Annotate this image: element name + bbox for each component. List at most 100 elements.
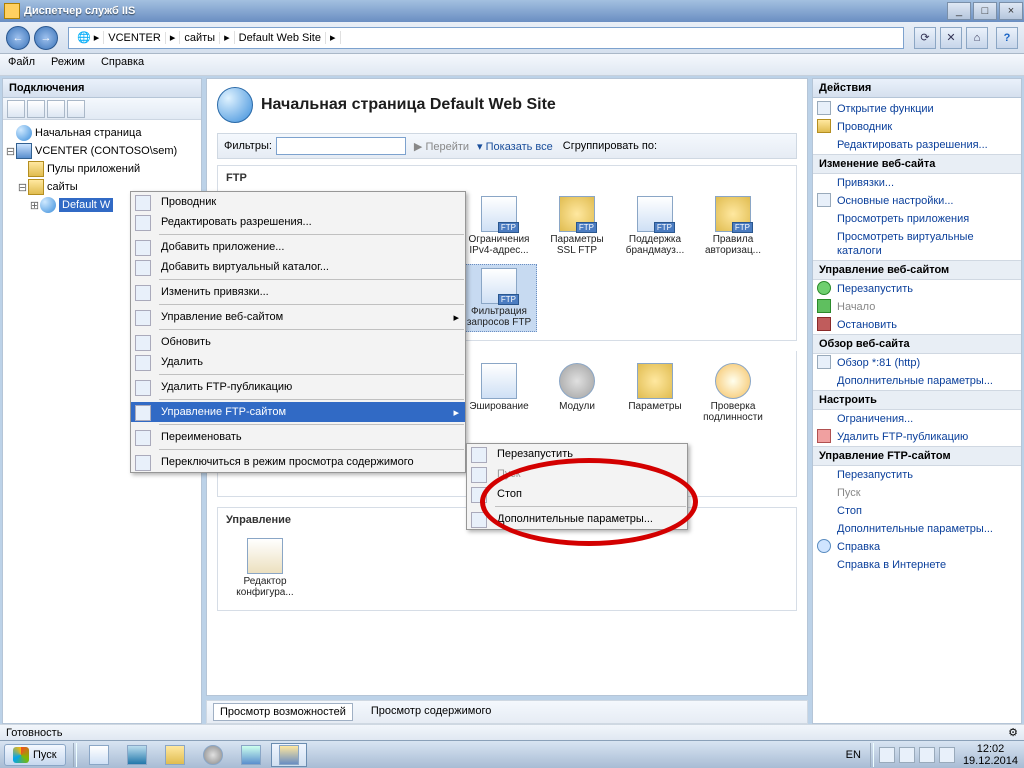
taskbar-item-iis[interactable]	[271, 743, 307, 767]
tool-icon[interactable]	[67, 100, 85, 118]
menu-item[interactable]: Редактировать разрешения...	[131, 212, 465, 232]
action-group-header: Настроить	[813, 390, 1021, 410]
back-button[interactable]: ←	[6, 26, 30, 50]
menu-file[interactable]: Файл	[8, 56, 35, 73]
go-button[interactable]: ▶ Перейти	[414, 140, 469, 153]
action-link[interactable]: Основные настройки...	[813, 192, 1021, 210]
menu-item[interactable]: Переименовать	[131, 427, 465, 447]
feature-ftp-auth[interactable]: Правила авторизац...	[695, 192, 771, 260]
menu-item[interactable]: Удалить	[131, 352, 465, 372]
action-link[interactable]: Перезапустить	[813, 280, 1021, 298]
forward-button[interactable]: →	[34, 26, 58, 50]
menu-item[interactable]: Изменить привязки...	[131, 282, 465, 302]
home-button[interactable]: ⌂	[966, 27, 988, 49]
feature-params[interactable]: Параметры	[617, 359, 693, 427]
action-link[interactable]: Стоп	[813, 502, 1021, 520]
menu-item[interactable]: Удалить FTP-публикацию	[131, 377, 465, 397]
action-link[interactable]: Проводник	[813, 118, 1021, 136]
tab-features[interactable]: Просмотр возможностей	[213, 703, 353, 721]
close-button[interactable]: ×	[999, 2, 1023, 20]
menu-help[interactable]: Справка	[101, 56, 144, 73]
navigation-bar: ← → 🌐 ▸ VCENTER▸ сайты▸ Default Web Site…	[0, 22, 1024, 54]
feature-config-editor[interactable]: Редактор конфигура...	[227, 534, 303, 602]
taskbar-item[interactable]	[81, 743, 117, 767]
group-header-ftp: FTP	[226, 172, 788, 184]
context-menu[interactable]: ПроводникРедактировать разрешения... Доба…	[130, 191, 466, 473]
action-link[interactable]: Дополнительные параметры...	[813, 520, 1021, 538]
showall-button[interactable]: ▾ Показать все	[477, 140, 553, 153]
status-icon: ⚙	[1008, 726, 1018, 739]
feature-ftp-filtering[interactable]: Фильтрация запросов FTP	[461, 264, 537, 332]
help-button[interactable]: ?	[996, 27, 1018, 49]
input-lang[interactable]: EN	[846, 749, 861, 761]
action-link[interactable]: Удалить FTP-публикацию	[813, 428, 1021, 446]
menu-item[interactable]: Перезапустить	[467, 444, 687, 464]
action-link[interactable]: Справка в Интернете	[813, 556, 1021, 574]
menu-item[interactable]: Управление веб-сайтом▸	[131, 307, 465, 327]
action-link[interactable]: Перезапустить	[813, 466, 1021, 484]
tool-icon[interactable]	[7, 100, 25, 118]
feature-auth-check[interactable]: Проверка подлинности	[695, 359, 771, 427]
status-text: Готовность	[6, 727, 62, 739]
taskbar-item[interactable]	[233, 743, 269, 767]
menu-item[interactable]: Обновить	[131, 332, 465, 352]
menu-item[interactable]: Управление FTP-сайтом▸	[131, 402, 465, 422]
context-submenu[interactable]: ПерезапуститьПускСтопДополнительные пара…	[466, 443, 688, 530]
taskbar: Пуск EN 12:02 19.12.2014	[0, 740, 1024, 768]
taskbar-item[interactable]	[157, 743, 193, 767]
menu-mode[interactable]: Режим	[51, 56, 85, 73]
action-link[interactable]: Открытие функции	[813, 100, 1021, 118]
feature-modules[interactable]: Модули	[539, 359, 615, 427]
taskbar-item[interactable]	[195, 743, 231, 767]
statusbar: Готовность ⚙	[0, 724, 1024, 740]
refresh-button[interactable]: ⟳	[914, 27, 936, 49]
menu-item[interactable]: Добавить приложение...	[131, 237, 465, 257]
breadcrumb-icon[interactable]: 🌐 ▸	[73, 31, 104, 44]
start-button[interactable]: Пуск	[4, 744, 66, 766]
tree-node-pools[interactable]: Пулы приложений	[17, 160, 199, 178]
filter-toolbar: Фильтры: ▶ Перейти ▾ Показать все Сгрупп…	[217, 133, 797, 159]
breadcrumb-item[interactable]: сайты	[180, 32, 220, 44]
tool-icon[interactable]	[47, 100, 65, 118]
action-link[interactable]: Редактировать разрешения...	[813, 136, 1021, 154]
action-group-header: Управление веб-сайтом	[813, 260, 1021, 280]
action-link[interactable]: Просмотреть приложения	[813, 210, 1021, 228]
action-group-header: Изменение веб-сайта	[813, 154, 1021, 174]
minimize-button[interactable]: _	[947, 2, 971, 20]
feature-ftp-ssl[interactable]: Параметры SSL FTP	[539, 192, 615, 260]
feature-ftp-firewall[interactable]: Поддержка брандмауз...	[617, 192, 693, 260]
connections-header: Подключения	[3, 79, 201, 98]
action-link[interactable]: Остановить	[813, 316, 1021, 334]
stop-nav-button[interactable]: ✕	[940, 27, 962, 49]
tool-icon[interactable]	[27, 100, 45, 118]
window-titlebar: Диспетчер служб IIS _ □ ×	[0, 0, 1024, 22]
tree-node-start[interactable]: Начальная страница	[5, 124, 199, 142]
tray-icon[interactable]	[919, 747, 935, 763]
tab-content[interactable]: Просмотр содержимого	[365, 703, 498, 721]
action-link[interactable]: Справка	[813, 538, 1021, 556]
menu-item[interactable]: Проводник	[131, 192, 465, 212]
action-link[interactable]: Ограничения...	[813, 410, 1021, 428]
filter-input[interactable]	[276, 137, 406, 155]
tray-icon[interactable]	[939, 747, 955, 763]
feature-ftp-ip[interactable]: Ограничения IPv4-адрес...	[461, 192, 537, 260]
menu-item[interactable]: Добавить виртуальный каталог...	[131, 257, 465, 277]
tray-icon[interactable]	[899, 747, 915, 763]
action-link[interactable]: Дополнительные параметры...	[813, 372, 1021, 390]
maximize-button[interactable]: □	[973, 2, 997, 20]
tray-icon[interactable]	[879, 747, 895, 763]
taskbar-item[interactable]	[119, 743, 155, 767]
action-link[interactable]: Обзор *:81 (http)	[813, 354, 1021, 372]
action-link[interactable]: Привязки...	[813, 174, 1021, 192]
tree-node-server[interactable]: ⊟VCENTER (CONTOSO\sem)	[5, 142, 199, 160]
breadcrumb-bar[interactable]: 🌐 ▸ VCENTER▸ сайты▸ Default Web Site▸	[68, 27, 904, 49]
clock[interactable]: 12:02 19.12.2014	[963, 743, 1018, 767]
menu-item[interactable]: Дополнительные параметры...	[467, 509, 687, 529]
breadcrumb-item[interactable]: VCENTER	[104, 32, 166, 44]
action-link[interactable]: Просмотреть виртуальные каталоги	[813, 228, 1021, 260]
breadcrumb-item[interactable]: Default Web Site	[235, 32, 326, 44]
menu-item[interactable]: Переключиться в режим просмотра содержим…	[131, 452, 465, 472]
menu-item[interactable]: Стоп	[467, 484, 687, 504]
menubar: Файл Режим Справка	[0, 54, 1024, 76]
feature-caching[interactable]: Эширование	[461, 359, 537, 427]
